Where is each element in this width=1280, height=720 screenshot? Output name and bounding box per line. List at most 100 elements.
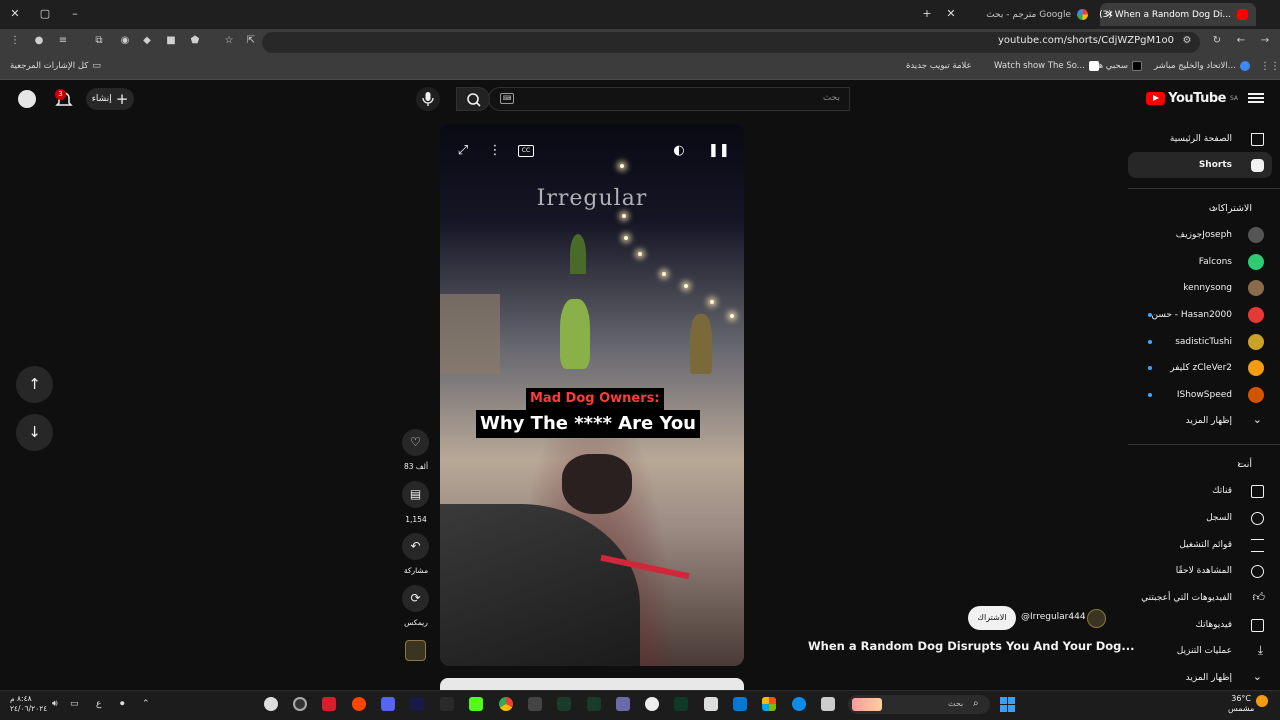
fullscreen-icon[interactable]: ⤢	[454, 142, 472, 160]
account-avatar[interactable]	[18, 90, 36, 108]
share-page-icon[interactable]: ⇱	[244, 34, 258, 48]
sidebar-item-watch-later[interactable]: المشاهدة لاحقًا	[1128, 558, 1280, 584]
network-icon[interactable]: ▭	[70, 699, 79, 709]
sidebar-item-home[interactable]: الصفحة الرئيسية	[1128, 126, 1280, 152]
apps-grid-icon[interactable]: ⋮⋮	[1260, 60, 1280, 74]
extension-icon[interactable]: ≡	[56, 34, 70, 48]
new-tab-button[interactable]: +	[918, 6, 936, 22]
menu-kebab-icon[interactable]: ⋮	[8, 34, 22, 48]
app-icon[interactable]	[587, 697, 601, 711]
sidebar-item-shorts[interactable]: Shorts	[1128, 152, 1272, 178]
sidebar-item-downloads[interactable]: عمليات التنزيل ⤓	[1128, 638, 1280, 664]
app-icon[interactable]	[440, 697, 454, 711]
maximize-window-button[interactable]: ▢	[36, 6, 54, 22]
sidebar-channel[interactable]: kennysong	[1128, 275, 1280, 301]
tray-chevron-icon[interactable]: ⌃	[142, 699, 150, 709]
taskbar-clock[interactable]: ٨:٤٨ م ٢٤/٠٦/٢٠٢٤	[10, 694, 47, 714]
app-icon[interactable]	[410, 697, 424, 711]
edge-icon[interactable]	[792, 697, 806, 711]
video-title[interactable]: When a Random Dog Disrupts You And Your …	[808, 639, 1135, 653]
keyboard-icon[interactable]: ⌨	[500, 93, 514, 104]
bookmark-item[interactable]: الاتحاد والخليج مباشر...	[1154, 61, 1250, 71]
discord-icon[interactable]	[381, 697, 395, 711]
sidebar-item-your-videos[interactable]: فيديوهاتك	[1128, 612, 1280, 638]
close-window-button[interactable]: ✕	[6, 6, 24, 22]
volume-icon[interactable]: 🔊︎	[52, 699, 58, 709]
tab-youtube-short[interactable]: ✕ (3) When a Random Dog Di...	[1099, 3, 1256, 26]
channel-avatar[interactable]	[1087, 609, 1106, 628]
bookmark-star-icon[interactable]: ☆	[222, 34, 236, 48]
extension-shield-icon[interactable]: ◆	[140, 34, 154, 48]
home-icon	[1251, 133, 1264, 146]
tab-google-translate[interactable]: مترجم - بحث Google	[960, 3, 1096, 26]
previous-short-button[interactable]: ↑	[16, 366, 53, 403]
sidebar-channel[interactable]: Falcons	[1128, 249, 1280, 275]
chrome-icon[interactable]	[499, 697, 513, 711]
extension-red-icon[interactable]: ■	[164, 34, 178, 48]
steam-icon[interactable]	[264, 697, 278, 711]
share-button[interactable]: ↶	[402, 533, 429, 560]
guide-menu-icon[interactable]	[1248, 91, 1264, 105]
show-more-you[interactable]: إظهار المزيد ⌄	[1128, 665, 1280, 691]
close-tab-icon[interactable]: ✕	[942, 6, 960, 22]
subscribe-button[interactable]: الاشتراك	[968, 606, 1016, 630]
search-button[interactable]	[456, 87, 490, 111]
app-icon[interactable]	[645, 697, 659, 711]
sidebar-item-your-channel[interactable]: قناتك	[1128, 478, 1280, 504]
reddit-icon[interactable]	[352, 697, 366, 711]
extensions-puzzle-icon[interactable]: ⧉	[92, 34, 106, 48]
bookmark-item[interactable]: Watch show The So...	[994, 61, 1099, 71]
app-icon[interactable]	[557, 697, 571, 711]
app-icon[interactable]	[528, 697, 542, 711]
input-language[interactable]: ع	[96, 699, 101, 709]
remix-button[interactable]: ⟳	[402, 585, 429, 612]
create-button[interactable]: إنشاء +	[86, 88, 134, 110]
copilot-icon[interactable]	[762, 697, 776, 711]
next-short-preview[interactable]	[440, 678, 744, 690]
taskbar	[0, 690, 1280, 720]
app-icon[interactable]	[616, 697, 630, 711]
task-view-icon[interactable]	[821, 697, 835, 711]
outlook-icon[interactable]	[733, 697, 747, 711]
forward-icon[interactable]: →	[1258, 34, 1272, 48]
search-input[interactable]	[488, 87, 850, 111]
extension-badge-icon[interactable]: ◉	[118, 34, 132, 48]
windows-start-icon[interactable]	[1000, 697, 1015, 712]
next-short-button[interactable]: ↓	[16, 414, 53, 451]
comments-button[interactable]: ▤	[402, 481, 429, 508]
channel-handle[interactable]: @Irregular444	[1021, 612, 1086, 622]
bookmark-item[interactable]: علامة تبويب جديدة	[906, 61, 972, 71]
sidebar-channel[interactable]: جوزيفJoseph	[1128, 222, 1280, 248]
site-settings-icon[interactable]: ⚙	[1180, 34, 1194, 48]
like-button[interactable]: ♡	[402, 429, 429, 456]
more-options-icon[interactable]: ⋮	[486, 142, 504, 160]
profile-icon[interactable]: ●	[32, 34, 46, 48]
sidebar-item-playlists[interactable]: قوائم التشغيل	[1128, 532, 1280, 558]
wps-icon[interactable]	[322, 697, 336, 711]
playlists-icon	[1251, 539, 1264, 552]
bookmark-item[interactable]: سحبي ها	[1096, 61, 1143, 71]
app-icon[interactable]	[293, 697, 307, 711]
url-text[interactable]: youtube.com/shorts/CdjWZPgM1o0	[998, 35, 1174, 46]
extension-guard-icon[interactable]: ⬟	[188, 34, 202, 48]
sidebar-item-history[interactable]: السجل	[1128, 505, 1280, 531]
store-icon[interactable]	[704, 697, 718, 711]
show-more-subscriptions[interactable]: إظهار المزيد ⌄	[1128, 408, 1280, 434]
captions-icon[interactable]: CC	[518, 145, 534, 157]
sound-avatar[interactable]	[405, 640, 426, 661]
shorts-player[interactable]: Irregular ⤢ ⋮ CC ◐ ❚❚ Mad Dog Owners: Wh…	[440, 124, 744, 666]
back-icon[interactable]: ←	[1234, 34, 1248, 48]
all-bookmarks-button[interactable]: كل الإشارات المرجعية ▭	[10, 61, 101, 71]
volume-icon[interactable]: ◐	[670, 142, 688, 160]
terminal-icon[interactable]	[674, 697, 688, 711]
minimize-window-button[interactable]: –	[66, 6, 84, 22]
youtube-logo[interactable]: YouTube SA	[1146, 91, 1238, 106]
kick-icon[interactable]	[469, 697, 483, 711]
close-tab-icon[interactable]: ✕	[1106, 10, 1114, 20]
microphone-icon[interactable]: ⏺	[120, 699, 125, 709]
reload-icon[interactable]: ↻	[1210, 34, 1224, 48]
sidebar-item-liked-videos[interactable]: الفيديوهات التي أعجبتني 👍︎	[1128, 585, 1280, 611]
weather-widget[interactable]: 36°C مشمس	[1228, 694, 1254, 714]
voice-search-button[interactable]	[416, 87, 440, 111]
pause-icon[interactable]: ❚❚	[708, 142, 730, 160]
